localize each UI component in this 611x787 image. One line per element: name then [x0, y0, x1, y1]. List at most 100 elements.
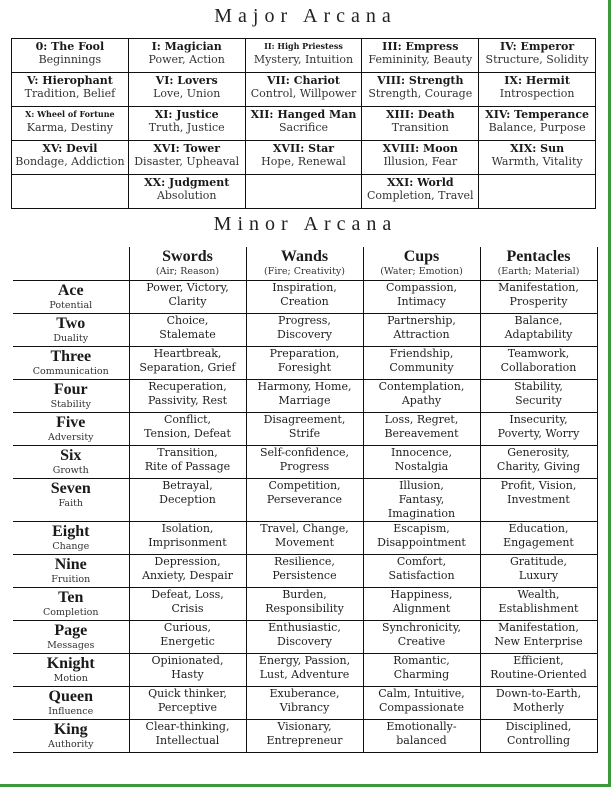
- meaning-cell-pentacles: Manifestation, New Enterprise: [479, 620, 598, 654]
- rank-theme: Change: [52, 541, 90, 552]
- rank-cell: Nine Fruition: [13, 554, 130, 588]
- rank-theme: Adversity: [47, 432, 94, 443]
- major-card-cell: I: Magician Power, Action: [127, 38, 246, 73]
- rank-theme: Duality: [53, 333, 89, 344]
- meaning-line: Clarity: [168, 295, 207, 308]
- meaning-line: Luxury: [518, 569, 559, 582]
- meaning-line: Nostalgia: [394, 460, 449, 473]
- card-meaning: Transition: [391, 121, 449, 134]
- meaning-line: Hasty: [171, 668, 204, 681]
- meaning-line: Visionary,: [277, 720, 332, 734]
- meaning-line: Curious,: [163, 621, 212, 635]
- meaning-line: Rite of Passage: [144, 460, 231, 473]
- meaning-line: Intellectual: [155, 734, 220, 747]
- meaning-cell-cups: Calm, Intuitive, Compassionate: [362, 686, 481, 720]
- card-name: VI: Lovers: [155, 74, 218, 87]
- meaning-line: Lust, Adventure: [259, 668, 350, 681]
- meaning-cell-cups: Happiness, Alignment: [362, 587, 481, 621]
- rank-name: Knight: [46, 655, 95, 672]
- meaning-cell-cups: Comfort, Satisfaction: [362, 554, 481, 588]
- major-card-cell: X: Wheel of Fortune Karma, Destiny: [11, 106, 129, 141]
- card-meaning: Completion, Travel: [367, 189, 474, 202]
- meaning-line: Friendship,: [389, 347, 454, 361]
- card-name: XI: Justice: [154, 108, 219, 121]
- suit-name: Pentacles: [506, 248, 571, 265]
- major-card-cell: XVI: Tower Disaster, Upheaval: [127, 140, 246, 175]
- major-row: XV: Devil Bondage, Addiction XVI: Tower Dis…: [11, 140, 596, 175]
- meaning-cell-wands: Visionary, Entrepreneur: [245, 719, 364, 753]
- meaning-cell-cups: Partnership, Attraction: [362, 313, 481, 347]
- rank-cell: Ten Completion: [13, 587, 130, 621]
- meaning-cell-swords: Defeat, Loss, Crisis: [128, 587, 247, 621]
- meaning-line: Manifestation,: [498, 281, 579, 295]
- meaning-line: Inspiration,: [272, 281, 337, 295]
- meaning-cell-swords: Quick thinker, Perceptive: [128, 686, 247, 720]
- card-meaning: Bondage, Addiction: [15, 155, 125, 168]
- meaning-line: Persistence: [272, 569, 337, 582]
- meaning-line: Attraction: [393, 328, 450, 341]
- rank-name: Four: [53, 381, 88, 398]
- meaning-line: Establishment: [498, 602, 579, 615]
- meaning-cell-swords: Power, Victory, Clarity: [128, 280, 247, 314]
- rank-cell: Eight Change: [13, 521, 130, 555]
- suit-element: (Air; Reason): [155, 266, 220, 277]
- empty-cell: [244, 174, 363, 209]
- meaning-line: Clear-thinking,: [145, 720, 230, 734]
- rank-theme: Communication: [32, 366, 109, 377]
- meaning-line: Gratitude,: [509, 555, 568, 569]
- rank-name: Three: [50, 348, 92, 365]
- meaning-line: Alignment: [392, 602, 451, 615]
- meaning-cell-swords: Clear-thinking, Intellectual: [128, 719, 247, 753]
- meaning-line: Insecurity,: [509, 413, 568, 427]
- rank-row-king: King Authority Clear-thinking, Intellectual…: [13, 719, 598, 753]
- meaning-cell-wands: Burden, Responsibility: [245, 587, 364, 621]
- rank-cell: Seven Faith: [13, 478, 130, 522]
- card-meaning: Introspection: [499, 87, 575, 100]
- meaning-cell-wands: Competition, Perseverance: [245, 478, 364, 522]
- card-name: XVI: Tower: [153, 142, 221, 155]
- rank-name: Nine: [54, 556, 87, 573]
- meaning-line: Contemplation,: [378, 380, 465, 394]
- major-card-cell: VIII: Strength Strength, Courage: [361, 72, 480, 107]
- rank-row-five: Five Adversity Conflict, Tension, Defeat Dis…: [13, 412, 598, 446]
- meaning-cell-swords: Curious, Energetic: [128, 620, 247, 654]
- meaning-line: Competition,: [268, 479, 341, 493]
- major-card-cell: V: Hierophant Tradition, Belief: [11, 72, 129, 107]
- rank-row-knight: Knight Motion Opinionated, Hasty Energy, Pas…: [13, 653, 598, 687]
- meaning-line: Happiness,: [390, 588, 453, 602]
- suit-element: (Earth; Material): [497, 266, 580, 277]
- meaning-line: Compassionate: [378, 701, 465, 714]
- meaning-cell-wands: Enthusiastic, Discovery: [245, 620, 364, 654]
- card-name: 0: The Fool: [35, 40, 105, 53]
- suit-header-cups: Cups (Water; Emotion): [362, 247, 481, 281]
- card-meaning: Mystery, Intuition: [253, 53, 354, 66]
- rank-row-queen: Queen Influence Quick thinker, Perceptive Ex…: [13, 686, 598, 720]
- suit-name: Swords: [162, 248, 213, 265]
- meaning-line: Intimacy: [397, 295, 446, 308]
- meaning-line: Power, Victory,: [146, 281, 229, 295]
- meaning-cell-swords: Betrayal, Deception: [128, 478, 247, 522]
- meaning-line: Perceptive: [157, 701, 218, 714]
- meaning-line: Discovery: [277, 635, 332, 648]
- meaning-line: Generosity,: [507, 446, 570, 460]
- major-card-cell: XIX: Sun Warmth, Vitality: [478, 140, 596, 175]
- card-meaning: Control, Willpower: [250, 87, 357, 100]
- rank-row-three: Three Communication Heartbreak, Separation,…: [13, 346, 598, 380]
- meaning-line: Separation, Grief: [139, 361, 236, 374]
- rank-name: Eight: [52, 523, 90, 540]
- meaning-line: Progress,: [278, 314, 331, 328]
- meaning-line: Collaboration: [500, 361, 577, 374]
- card-name: XVIII: Moon: [382, 142, 458, 155]
- meaning-line: Community: [389, 361, 454, 374]
- meaning-line: Depression,: [154, 555, 221, 569]
- rank-cell: Six Growth: [13, 445, 130, 479]
- meaning-line: Heartbreak,: [153, 347, 222, 361]
- meaning-line: Vibrancy: [279, 701, 330, 714]
- card-meaning: Warmth, Vitality: [491, 155, 583, 168]
- meaning-line: Betrayal,: [162, 479, 213, 493]
- major-card-cell: XVIII: Moon Illusion, Fear: [361, 140, 480, 175]
- rank-row-eight: Eight Change Isolation, Imprisonment Travel,…: [13, 521, 598, 555]
- meaning-cell-cups: Loss, Regret, Bereavement: [362, 412, 481, 446]
- rank-cell: Knight Motion: [13, 653, 130, 687]
- meaning-cell-cups: Innocence, Nostalgia: [362, 445, 481, 479]
